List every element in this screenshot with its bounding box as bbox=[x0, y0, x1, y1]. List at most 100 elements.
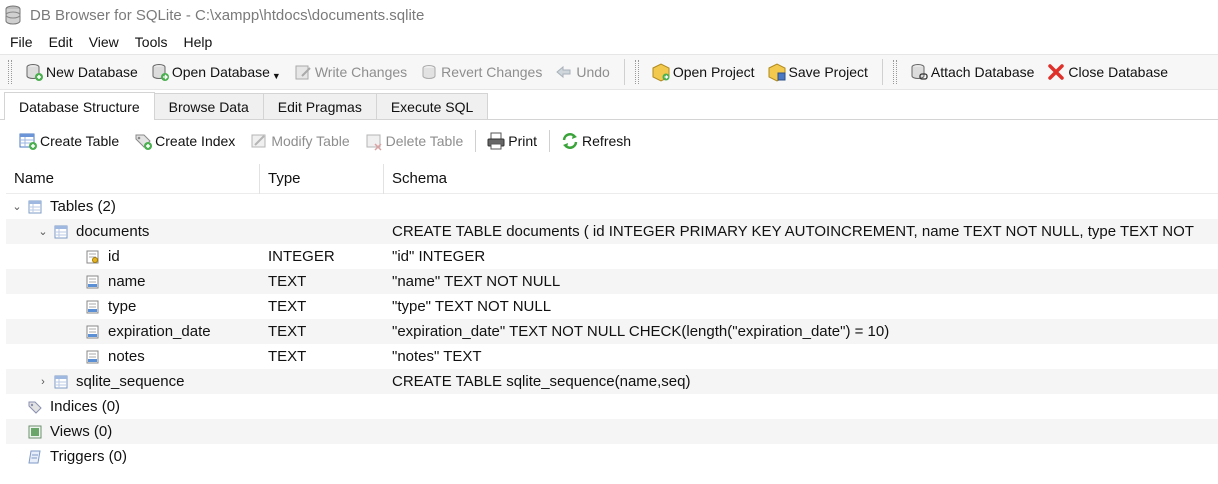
open-project-icon bbox=[651, 62, 671, 82]
delete-table-button[interactable]: Delete Table bbox=[358, 126, 472, 156]
title-bar: DB Browser for SQLite - C:\xampp\htdocs\… bbox=[0, 0, 1218, 30]
open-database-icon bbox=[150, 62, 170, 82]
revert-changes-label: Revert Changes bbox=[441, 64, 543, 80]
field-name: type bbox=[108, 298, 137, 315]
open-database-label: Open Database bbox=[171, 64, 270, 80]
index-icon bbox=[28, 400, 42, 414]
table-schema: CREATE TABLE documents ( id INTEGER PRIM… bbox=[392, 223, 1194, 240]
attach-database-button[interactable]: Attach Database bbox=[903, 57, 1041, 87]
main-tabs: Database Structure Browse Data Edit Prag… bbox=[0, 92, 1218, 120]
write-changes-button[interactable]: Write Changes bbox=[287, 57, 413, 87]
toolbar-separator bbox=[475, 130, 477, 152]
toolbar-separator bbox=[881, 59, 883, 85]
menu-bar: File Edit View Tools Help bbox=[0, 30, 1218, 54]
menu-help[interactable]: Help bbox=[175, 31, 220, 53]
field-name: expiration_date bbox=[108, 323, 211, 340]
menu-view[interactable]: View bbox=[81, 31, 127, 53]
primary-key-field-icon bbox=[86, 250, 100, 264]
table-row-sqlite-sequence[interactable]: › sqlite_sequence CREATE TABLE sqlite_se… bbox=[6, 369, 1218, 394]
field-schema: "type" TEXT NOT NULL bbox=[392, 298, 552, 315]
field-row-id[interactable]: id INTEGER "id" INTEGER bbox=[6, 244, 1218, 269]
write-changes-icon bbox=[293, 62, 313, 82]
toolbar-separator bbox=[549, 130, 551, 152]
revert-changes-button[interactable]: Revert Changes bbox=[413, 57, 548, 87]
create-index-icon bbox=[133, 131, 153, 151]
field-icon bbox=[86, 350, 100, 364]
chevron-down-icon[interactable]: ⌄ bbox=[36, 225, 50, 238]
window-title: DB Browser for SQLite - C:\xampp\htdocs\… bbox=[30, 6, 425, 24]
chevron-down-icon[interactable]: ⌄ bbox=[10, 200, 24, 213]
print-button[interactable]: Print bbox=[480, 126, 545, 156]
modify-table-label: Modify Table bbox=[271, 133, 350, 149]
create-table-button[interactable]: Create Table bbox=[12, 126, 127, 156]
main-toolbar: New Database Open Database ▼ Write Chang… bbox=[0, 54, 1218, 90]
tree-header: Name Type Schema bbox=[6, 164, 1218, 194]
open-database-button[interactable]: Open Database ▼ bbox=[144, 57, 287, 87]
open-project-button[interactable]: Open Project bbox=[645, 57, 761, 87]
save-project-label: Save Project bbox=[788, 64, 868, 80]
create-table-label: Create Table bbox=[40, 133, 120, 149]
tab-browse-data[interactable]: Browse Data bbox=[153, 93, 264, 119]
table-schema: CREATE TABLE sqlite_sequence(name,seq) bbox=[392, 373, 691, 390]
tree-node-label: Tables (2) bbox=[50, 198, 116, 215]
schema-tree[interactable]: Name Type Schema ⌄ Tables (2) ⌄ document… bbox=[6, 164, 1218, 484]
tree-node-views[interactable]: › Views (0) bbox=[6, 419, 1218, 444]
close-database-button[interactable]: Close Database bbox=[1040, 57, 1174, 87]
field-type: INTEGER bbox=[268, 248, 335, 265]
refresh-label: Refresh bbox=[582, 133, 632, 149]
field-row-type[interactable]: type TEXT "type" TEXT NOT NULL bbox=[6, 294, 1218, 319]
print-label: Print bbox=[508, 133, 538, 149]
tab-database-structure[interactable]: Database Structure bbox=[4, 92, 155, 120]
field-row-name[interactable]: name TEXT "name" TEXT NOT NULL bbox=[6, 269, 1218, 294]
table-row-documents[interactable]: ⌄ documents CREATE TABLE documents ( id … bbox=[6, 219, 1218, 244]
column-header-type[interactable]: Type bbox=[260, 164, 384, 194]
tree-node-tables[interactable]: ⌄ Tables (2) bbox=[6, 194, 1218, 219]
field-row-expiration-date[interactable]: expiration_date TEXT "expiration_date" T… bbox=[6, 319, 1218, 344]
toolbar-grip[interactable] bbox=[8, 60, 12, 84]
open-project-label: Open Project bbox=[672, 64, 755, 80]
field-type: TEXT bbox=[268, 273, 307, 290]
attach-database-label: Attach Database bbox=[930, 64, 1035, 80]
column-header-name[interactable]: Name bbox=[6, 164, 260, 194]
table-group-icon bbox=[28, 200, 42, 214]
menu-tools[interactable]: Tools bbox=[127, 31, 176, 53]
toolbar-grip[interactable] bbox=[634, 60, 639, 84]
undo-button[interactable]: Undo bbox=[548, 57, 615, 87]
tree-node-triggers[interactable]: › Triggers (0) bbox=[6, 444, 1218, 469]
refresh-icon bbox=[560, 131, 580, 151]
refresh-button[interactable]: Refresh bbox=[554, 126, 639, 156]
modify-table-button[interactable]: Modify Table bbox=[243, 126, 357, 156]
printer-icon bbox=[486, 131, 506, 151]
menu-edit[interactable]: Edit bbox=[41, 31, 81, 53]
field-schema: "notes" TEXT bbox=[392, 348, 482, 365]
tab-execute-sql[interactable]: Execute SQL bbox=[375, 93, 489, 119]
field-name: id bbox=[108, 248, 120, 265]
field-name: notes bbox=[108, 348, 145, 365]
table-name: documents bbox=[76, 223, 150, 240]
attach-database-icon bbox=[909, 62, 929, 82]
create-index-button[interactable]: Create Index bbox=[127, 126, 243, 156]
field-schema: "id" INTEGER bbox=[392, 248, 486, 265]
delete-table-icon bbox=[364, 131, 384, 151]
toolbar-separator bbox=[623, 59, 625, 85]
field-row-notes[interactable]: notes TEXT "notes" TEXT bbox=[6, 344, 1218, 369]
tree-node-indices[interactable]: › Indices (0) bbox=[6, 394, 1218, 419]
tree-node-label: Triggers (0) bbox=[50, 448, 127, 465]
structure-toolbar: Create Table Create Index Modify Table D… bbox=[0, 122, 1218, 160]
new-database-label: New Database bbox=[46, 64, 138, 80]
field-type: TEXT bbox=[268, 348, 307, 365]
tab-edit-pragmas[interactable]: Edit Pragmas bbox=[262, 93, 377, 119]
column-header-schema[interactable]: Schema bbox=[384, 164, 1218, 194]
chevron-right-icon[interactable]: › bbox=[36, 376, 50, 388]
toolbar-grip[interactable] bbox=[892, 60, 897, 84]
chevron-down-icon[interactable]: ▼ bbox=[272, 71, 281, 81]
menu-file[interactable]: File bbox=[2, 31, 41, 53]
table-name: sqlite_sequence bbox=[76, 373, 185, 390]
field-icon bbox=[86, 300, 100, 314]
save-project-button[interactable]: Save Project bbox=[761, 57, 874, 87]
field-icon bbox=[86, 325, 100, 339]
new-database-button[interactable]: New Database bbox=[18, 57, 144, 87]
field-type: TEXT bbox=[268, 298, 307, 315]
save-project-icon bbox=[767, 62, 787, 82]
close-icon bbox=[1046, 62, 1066, 82]
